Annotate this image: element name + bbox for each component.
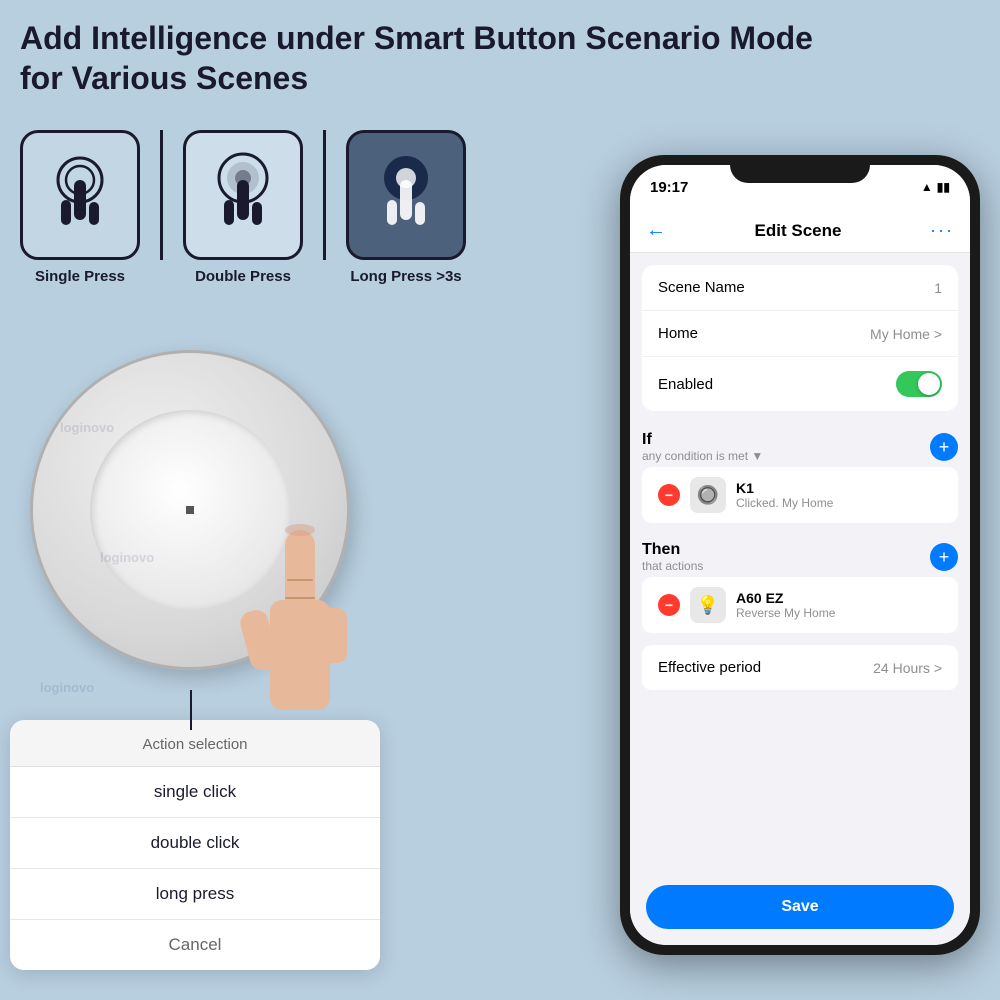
k1-sub: Clicked. My Home bbox=[736, 496, 942, 510]
long-press-icon bbox=[371, 150, 441, 240]
then-device-item-0: − 💡 A60 EZ Reverse My Home bbox=[642, 577, 958, 633]
press-icons-row: Single Press Double Press bbox=[20, 130, 466, 285]
app-content: Scene Name 1 Home My Home > Enabled bbox=[630, 253, 970, 875]
single-press-icon bbox=[45, 150, 115, 240]
effective-period-section: Effective period 24 Hours > bbox=[630, 645, 970, 690]
more-button[interactable]: ··· bbox=[930, 220, 954, 241]
home-value: My Home > bbox=[870, 326, 942, 342]
status-time: 19:17 bbox=[650, 179, 688, 196]
add-if-button[interactable]: + bbox=[930, 433, 958, 461]
back-button[interactable]: ← bbox=[646, 219, 666, 242]
connector-line bbox=[190, 690, 192, 730]
phone-screen: 19:17 ▲ ▮▮ ← Edit Scene ··· Scene Name 1 bbox=[630, 165, 970, 945]
if-label: If bbox=[642, 431, 763, 449]
press-item-single: Single Press bbox=[20, 130, 140, 285]
home-row: Home My Home > bbox=[642, 311, 958, 357]
scene-name-row: Scene Name 1 bbox=[642, 265, 958, 311]
popup-header-text: Action selection bbox=[142, 736, 247, 753]
single-click-option[interactable]: single click bbox=[10, 767, 380, 818]
cancel-button[interactable]: Cancel bbox=[10, 920, 380, 970]
finger-graphic bbox=[240, 520, 360, 740]
enabled-toggle[interactable] bbox=[896, 371, 942, 397]
scene-info-card: Scene Name 1 Home My Home > Enabled bbox=[642, 265, 958, 411]
long-press-icon-box bbox=[346, 130, 466, 260]
title-area: Add Intelligence under Smart Button Scen… bbox=[20, 18, 980, 98]
then-label: Then bbox=[642, 541, 703, 559]
toggle-thumb bbox=[918, 373, 940, 395]
k1-icon: 🔘 bbox=[690, 477, 726, 513]
double-press-label: Double Press bbox=[195, 268, 291, 285]
action-selection-popup: Action selection single click double cli… bbox=[10, 720, 380, 970]
save-bar: Save bbox=[630, 875, 970, 945]
if-section-header: If any condition is met ▼ + bbox=[630, 423, 970, 467]
app-header: ← Edit Scene ··· bbox=[630, 209, 970, 253]
save-button[interactable]: Save bbox=[646, 885, 954, 929]
long-press-label: Long Press >3s bbox=[350, 268, 461, 285]
phone-outer: 19:17 ▲ ▮▮ ← Edit Scene ··· Scene Name 1 bbox=[620, 155, 980, 955]
double-press-icon bbox=[208, 150, 278, 240]
a60-icon: 💡 bbox=[690, 587, 726, 623]
double-click-option[interactable]: double click bbox=[10, 818, 380, 869]
press-item-long: Long Press >3s bbox=[346, 130, 466, 285]
single-press-icon-box bbox=[20, 130, 140, 260]
k1-info: K1 Clicked. My Home bbox=[736, 480, 942, 510]
effective-period-label: Effective period bbox=[658, 659, 761, 676]
double-press-icon-box bbox=[183, 130, 303, 260]
k1-name: K1 bbox=[736, 480, 942, 496]
remove-then-item-button[interactable]: − bbox=[658, 594, 680, 616]
if-device-item-0: − 🔘 K1 Clicked. My Home bbox=[642, 467, 958, 523]
enabled-label: Enabled bbox=[658, 376, 713, 393]
scene-name-label: Scene Name bbox=[658, 279, 745, 296]
phone-wrapper: 19:17 ▲ ▮▮ ← Edit Scene ··· Scene Name 1 bbox=[620, 155, 980, 955]
icon-divider-2 bbox=[323, 130, 326, 260]
status-icons: ▲ ▮▮ bbox=[921, 180, 950, 194]
remove-if-item-button[interactable]: − bbox=[658, 484, 680, 506]
effective-period-value: 24 Hours > bbox=[873, 660, 942, 676]
enabled-row: Enabled bbox=[642, 357, 958, 411]
scene-name-value: 1 bbox=[934, 280, 942, 296]
a60-sub: Reverse My Home bbox=[736, 606, 942, 620]
battery-icon: ▮▮ bbox=[937, 180, 950, 194]
wifi-icon: ▲ bbox=[921, 180, 933, 194]
home-label: Home bbox=[658, 325, 698, 342]
press-item-double: Double Press bbox=[183, 130, 303, 285]
effective-period-row[interactable]: Effective period 24 Hours > bbox=[642, 645, 958, 690]
screen-title: Edit Scene bbox=[755, 221, 842, 241]
if-subtext: any condition is met ▼ bbox=[642, 449, 763, 463]
a60-info: A60 EZ Reverse My Home bbox=[736, 590, 942, 620]
single-press-label: Single Press bbox=[35, 268, 125, 285]
a60-name: A60 EZ bbox=[736, 590, 942, 606]
then-section-header: Then that actions + bbox=[630, 533, 970, 577]
then-subtext: that actions bbox=[642, 559, 703, 573]
add-then-button[interactable]: + bbox=[930, 543, 958, 571]
page-title: Add Intelligence under Smart Button Scen… bbox=[20, 18, 980, 98]
phone-notch bbox=[730, 155, 870, 183]
icon-divider-1 bbox=[160, 130, 163, 260]
long-press-option[interactable]: long press bbox=[10, 869, 380, 920]
